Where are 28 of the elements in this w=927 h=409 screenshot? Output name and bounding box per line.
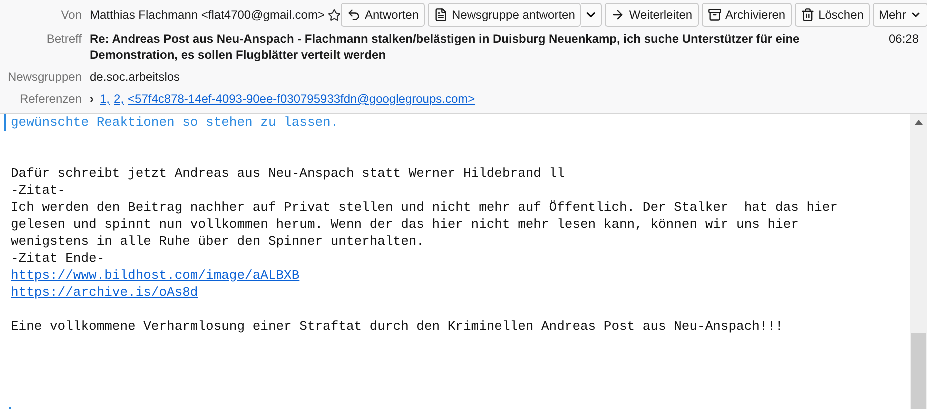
body-link[interactable]: https://www.bildhost.com/image/aALBXB [11,268,300,283]
more-button[interactable]: Mehr [872,3,927,27]
field-label: Betreff [46,31,83,47]
body-text: Dafür schreibt jetzt Andreas aus Neu-Anspach statt Werner Hildebrand ll [11,166,565,181]
reference-link[interactable]: 1, [100,92,110,106]
body-text: wenigstens in alle Ruhe über den Spinner unterhalten. [11,234,424,249]
delete-button[interactable]: Löschen [794,3,870,27]
body-text: Eine vollkommene Verharmlosung einer Straftat durch den Kriminellen Andreas Post aus Neu-Anspach!!! [11,319,784,334]
subject: Re: Andreas Post aus Neu-Anspach - Flachmann stalken/belästigen in Duisburg Neuenkamp, ich suche Unterstützer für eine Demonstration, es sollen Flugblätter verteilt werden [90,31,801,63]
field-label: Von [60,8,83,22]
reply-button[interactable]: Antworten [340,3,425,27]
sender[interactable]: Matthias Flachmann <flat4700@gmail.com> [90,8,325,22]
body-text: -Zitat- [11,183,66,198]
reference-link[interactable]: <57f4c878-14ef-4093-90ee-f030795933fdn@googlegroups.com> [128,92,476,106]
body-link[interactable]: https://archive.is/oAs8d [11,285,198,300]
forward-button[interactable]: Weiterleiten [605,3,699,27]
group-reply-button[interactable]: Newsgruppe antworten [428,3,582,27]
field-label: Referenzen [18,92,83,106]
time: 06:28 [888,31,919,47]
quoted-text: gewünschte Reaktionen so stehen zu lassen. [11,114,339,131]
reference-link[interactable]: 2, [114,92,124,106]
body-text: Ich werden den Beitrag nachher auf Privat stellen und nicht mehr auf Öffentlich. Der Stalker hat das hier [11,200,838,215]
body-text: -Zitat Ende- [11,251,105,266]
expand-toggle[interactable]: › [90,92,94,106]
body-text: gelesen und spinnt nun vollkommen herum. Wenn der das hier nicht mehr lesen kann, können wir uns hier [11,217,799,232]
field-label: Newsgruppen [6,70,83,84]
newsgroup-link[interactable]: de.soc.arbeitslos [90,70,180,84]
archive-button[interactable]: Archivieren [702,3,792,27]
